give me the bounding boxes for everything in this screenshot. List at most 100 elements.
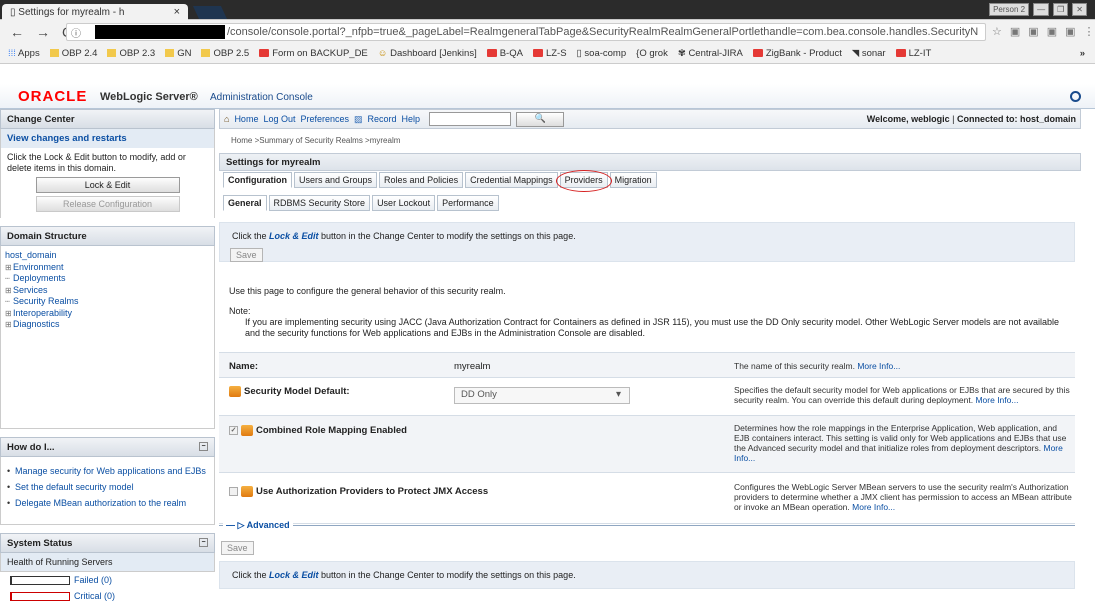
bookmark-item[interactable]: Form on BACKUP_DE (259, 48, 368, 59)
preferences-link[interactable]: Preferences (300, 114, 349, 124)
system-status-header: System Status − (0, 533, 215, 553)
tab-credential-mappings[interactable]: Credential Mappings (465, 172, 558, 188)
save-button[interactable]: Save (221, 541, 254, 555)
breadcrumb[interactable]: Home >Summary of Security Realms >myreal… (231, 136, 400, 145)
restore-icon[interactable]: ❐ (1053, 3, 1069, 16)
tree-item-environment[interactable]: ⊞Environment (5, 262, 210, 274)
tree-root[interactable]: host_domain (5, 250, 210, 262)
record-icon[interactable]: ▨ (354, 114, 363, 125)
info-icon[interactable]: ⓘ (71, 25, 81, 40)
tab-roles-policies[interactable]: Roles and Policies (379, 172, 464, 188)
lock-edit-link[interactable]: Lock & Edit (269, 570, 319, 580)
bookmark-item[interactable]: OBP 2.5 (201, 48, 249, 59)
release-config-button[interactable]: Release Configuration (35, 196, 180, 212)
howto-item[interactable]: Delegate MBean authorization to the real… (7, 498, 208, 509)
tab-users-groups[interactable]: Users and Groups (294, 172, 378, 188)
bookmark-item[interactable]: ☺ Dashboard [Jenkins] (378, 48, 477, 59)
browser-tab[interactable]: ▯ Settings for myrealm - h × (2, 4, 188, 21)
bookmark-item[interactable]: B-QA (486, 48, 523, 59)
more-info-link[interactable]: More Info... (975, 395, 1018, 405)
oracle-logo: ORACLE (18, 88, 88, 105)
extension-icon[interactable]: ▣ (1065, 25, 1075, 38)
bookmark-apps[interactable]: ⁞⁞⁞ Apps (8, 48, 40, 59)
tree-item-interoperability[interactable]: ⊞Interoperability (5, 308, 210, 320)
view-changes-link[interactable]: View changes and restarts (0, 129, 215, 148)
howto-list: Manage security for Web applications and… (0, 457, 215, 525)
help-icon[interactable] (229, 386, 241, 397)
home-link[interactable]: Home (234, 114, 258, 124)
jmx-checkbox[interactable] (229, 487, 238, 496)
tree-item-deployments[interactable]: ┄ Deployments (5, 273, 210, 285)
lock-edit-link[interactable]: Lock & Edit (269, 231, 319, 241)
bookmark-item[interactable]: OBP 2.3 (107, 48, 155, 59)
change-center-text: Click the Lock & Edit button to modify, … (0, 148, 215, 218)
highlight-circle (556, 170, 612, 192)
extension-icon[interactable]: ▣ (1028, 25, 1038, 38)
home-icon[interactable]: ⌂ (224, 114, 229, 124)
health-row-failed[interactable]: Failed (0) (0, 572, 215, 588)
tab-migration[interactable]: Migration (609, 172, 657, 188)
extension-icon[interactable]: ▣ (1010, 25, 1020, 38)
bookmark-item[interactable]: OBP 2.4 (49, 48, 97, 59)
logout-link[interactable]: Log Out (263, 114, 295, 124)
tab-title: Settings for myrealm - h (18, 7, 125, 18)
console-search-input[interactable] (429, 112, 512, 126)
row-jmx: Use Authorization Providers to Protect J… (219, 472, 1075, 524)
profile-button[interactable]: Person 2 (989, 3, 1030, 16)
subtab-user-lockout[interactable]: User Lockout (372, 195, 436, 211)
minimize-icon[interactable]: — (1033, 3, 1050, 16)
bookmark-item[interactable]: {O grok (636, 48, 668, 59)
help-link[interactable]: Help (402, 114, 421, 124)
howto-item[interactable]: Set the default security model (7, 482, 208, 493)
new-tab-button[interactable] (192, 6, 228, 19)
tree-item-diagnostics[interactable]: ⊞Diagnostics (5, 319, 210, 331)
more-info-link[interactable]: More Info... (857, 361, 900, 371)
subtab-general[interactable]: General (223, 195, 267, 211)
domain-structure-header: Domain Structure (0, 226, 215, 246)
window-controls: Person 2 — ❐ ✕ (989, 3, 1087, 16)
tree-item-security-realms[interactable]: ┄ Security Realms (5, 296, 210, 308)
forward-icon[interactable]: → (36, 24, 50, 40)
more-info-link[interactable]: More Info... (852, 502, 895, 512)
back-icon[interactable]: ← (10, 24, 24, 40)
url-field[interactable]: ⓘ /console/console.portal?_nfpb=true&_pa… (66, 23, 986, 41)
left-column: Change Center View changes and restarts … (0, 109, 215, 601)
bookmark-item[interactable]: ZigBank - Product (752, 48, 842, 59)
help-icon[interactable] (241, 486, 253, 497)
security-model-select[interactable]: DD Only (454, 387, 630, 404)
combined-role-checkbox[interactable]: ✓ (229, 426, 238, 435)
extension-icon[interactable]: ▣ (1047, 25, 1057, 38)
console-search-button[interactable]: 🔍 (516, 111, 565, 127)
bookmark-item[interactable]: GN (165, 48, 191, 59)
search-icon[interactable] (1070, 91, 1081, 102)
advanced-toggle[interactable]: — ▷ Advanced (223, 520, 293, 531)
tab-configuration[interactable]: Configuration (223, 172, 292, 188)
bookmark-item[interactable]: LZ-S (532, 48, 567, 59)
menu-icon[interactable]: ⋮ (1084, 25, 1095, 38)
bookmark-item[interactable]: ▯ soa-comp (577, 48, 627, 59)
main-content: ⌂ Home Log Out Preferences ▨ Record Help… (219, 109, 1095, 601)
subtab-performance[interactable]: Performance (437, 195, 499, 211)
bookmark-item[interactable]: ✾ Central-JIRA (678, 48, 743, 59)
extensions: ☆ ▣ ▣ ▣ ▣ ⋮ (992, 25, 1095, 38)
note-label: Note: (229, 306, 251, 316)
note-text: If you are implementing security using J… (245, 317, 1060, 338)
tree-item-services[interactable]: ⊞Services (5, 285, 210, 297)
collapse-icon[interactable]: − (199, 538, 208, 547)
health-row-critical[interactable]: Critical (0) (0, 588, 215, 604)
close-tab-icon[interactable]: × (174, 6, 180, 18)
close-window-icon[interactable]: ✕ (1072, 3, 1087, 16)
lock-edit-button[interactable]: Lock & Edit (35, 177, 180, 193)
star-icon[interactable]: ☆ (992, 25, 1002, 38)
bookmarks-bar: ⁞⁞⁞ Apps OBP 2.4 OBP 2.3 GN OBP 2.5 Form… (0, 44, 1095, 64)
collapse-icon[interactable]: − (199, 442, 208, 451)
bookmark-item[interactable]: ◥ sonar (852, 48, 886, 59)
howto-item[interactable]: Manage security for Web applications and… (7, 466, 208, 477)
settings-title: Settings for myrealm (219, 153, 1081, 171)
help-icon[interactable] (241, 425, 253, 436)
bookmark-item[interactable]: LZ-IT (895, 48, 931, 59)
save-button[interactable]: Save (230, 248, 263, 262)
bookmarks-more[interactable]: » (1080, 48, 1085, 59)
record-link[interactable]: Record (368, 114, 397, 124)
subtab-rdbms[interactable]: RDBMS Security Store (268, 195, 371, 211)
